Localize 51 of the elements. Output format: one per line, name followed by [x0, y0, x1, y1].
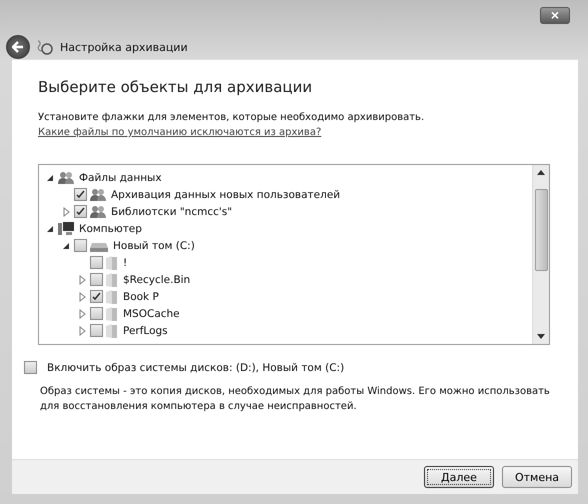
help-link[interactable]: Какие файлы по умолчанию исключаются из архива? — [38, 127, 322, 138]
next-button[interactable]: Далее — [424, 466, 494, 488]
checkbox[interactable] — [24, 361, 37, 374]
expand-arrow-icon[interactable] — [77, 274, 87, 284]
cancel-button[interactable]: Отмена — [502, 466, 572, 488]
expand-arrow-icon[interactable] — [77, 326, 87, 336]
collapse-arrow-icon[interactable] — [61, 240, 71, 250]
tree-item-label[interactable]: PerfLogs — [123, 324, 168, 336]
users-icon — [58, 171, 74, 184]
tree-item-label[interactable]: Компьютер — [79, 222, 142, 234]
users-icon — [90, 188, 106, 201]
expand-arrow-icon[interactable] — [77, 292, 87, 302]
back-button[interactable] — [6, 35, 30, 59]
scroll-down-icon[interactable] — [537, 334, 545, 340]
collapse-arrow-icon[interactable] — [45, 224, 55, 234]
window-title: Настройка архивации — [60, 40, 188, 54]
tree-item-label[interactable]: Book P — [123, 290, 159, 302]
tree-item-label[interactable]: ! — [123, 256, 128, 268]
expand-arrow-icon[interactable] — [77, 308, 87, 318]
checkbox[interactable] — [90, 324, 103, 337]
description-text: Образ системы - это копия дисков, необходимых для работы Windows. Его можно использовать для восстановления компьютера в случае неисправностей. — [40, 385, 550, 414]
checkbox[interactable] — [90, 256, 103, 269]
folder-icon — [106, 324, 118, 338]
page-heading: Выберите объекты для архивации — [38, 78, 314, 96]
collapse-arrow-icon[interactable] — [45, 172, 55, 182]
tree-item-label[interactable]: MSOCache — [123, 308, 180, 320]
tree-item-label[interactable]: Файлы данных — [79, 172, 162, 184]
checkbox[interactable] — [74, 188, 87, 201]
backup-icon — [36, 39, 54, 55]
users-icon — [90, 205, 106, 218]
folder-icon — [106, 272, 118, 286]
checkbox[interactable] — [90, 290, 103, 303]
instruction-text: Установите флажки для элементов, которые необходимо архивировать. Какие файлы по умолчанию исключаются из архива? — [38, 111, 426, 140]
expand-arrow-icon[interactable] — [61, 206, 71, 216]
checkbox[interactable] — [74, 239, 87, 252]
checkbox[interactable] — [90, 273, 103, 286]
checkbox[interactable] — [90, 307, 103, 320]
close-button[interactable]: × — [540, 7, 570, 24]
computer-icon — [58, 222, 74, 235]
folder-icon — [106, 256, 118, 270]
scroll-up-icon[interactable] — [537, 169, 545, 175]
tree-item-label[interactable]: Новый том (C:) — [113, 240, 195, 252]
folder-icon — [106, 306, 118, 320]
tree-item-label[interactable]: Архивация данных новых пользователей — [111, 188, 340, 200]
back-arrow-icon[interactable] — [12, 41, 24, 53]
checkbox[interactable] — [74, 205, 87, 218]
checkbox-label[interactable]: Включить образ системы дисков: (D:), Новый том (C:) — [47, 362, 344, 374]
tree-item-label[interactable]: Библиотски "ncmcc's" — [111, 206, 232, 218]
folder-icon — [106, 290, 118, 304]
scrollbar[interactable] — [532, 165, 549, 344]
tree-item-label[interactable]: $Recycle.Bin — [123, 274, 190, 286]
